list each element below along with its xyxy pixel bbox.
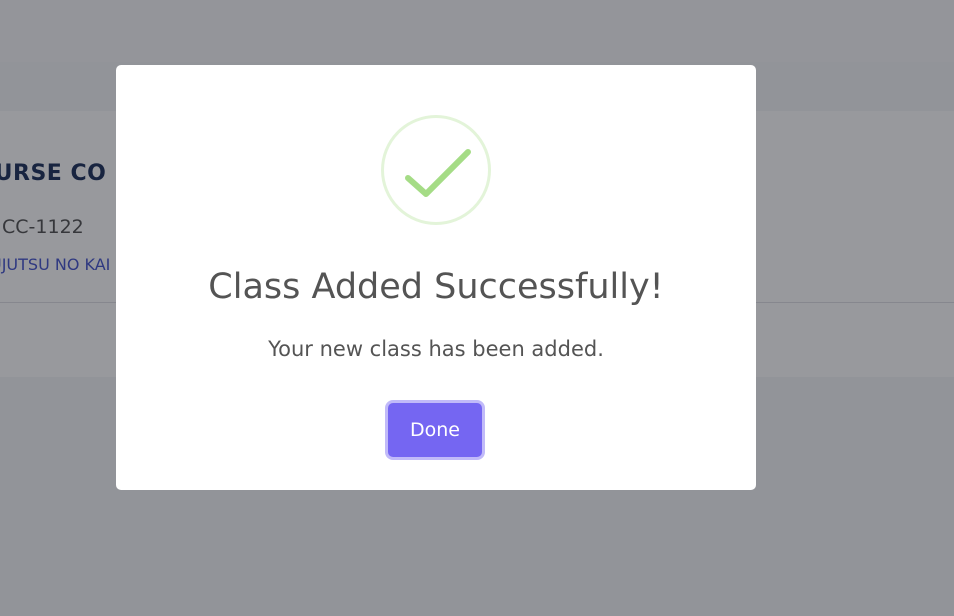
check-circle-icon bbox=[381, 115, 491, 225]
dialog-message: Your new class has been added. bbox=[268, 337, 604, 361]
dialog-title: Class Added Successfully! bbox=[208, 267, 664, 307]
success-dialog: Class Added Successfully! Your new class… bbox=[116, 65, 756, 490]
done-button[interactable]: Done bbox=[388, 403, 482, 457]
